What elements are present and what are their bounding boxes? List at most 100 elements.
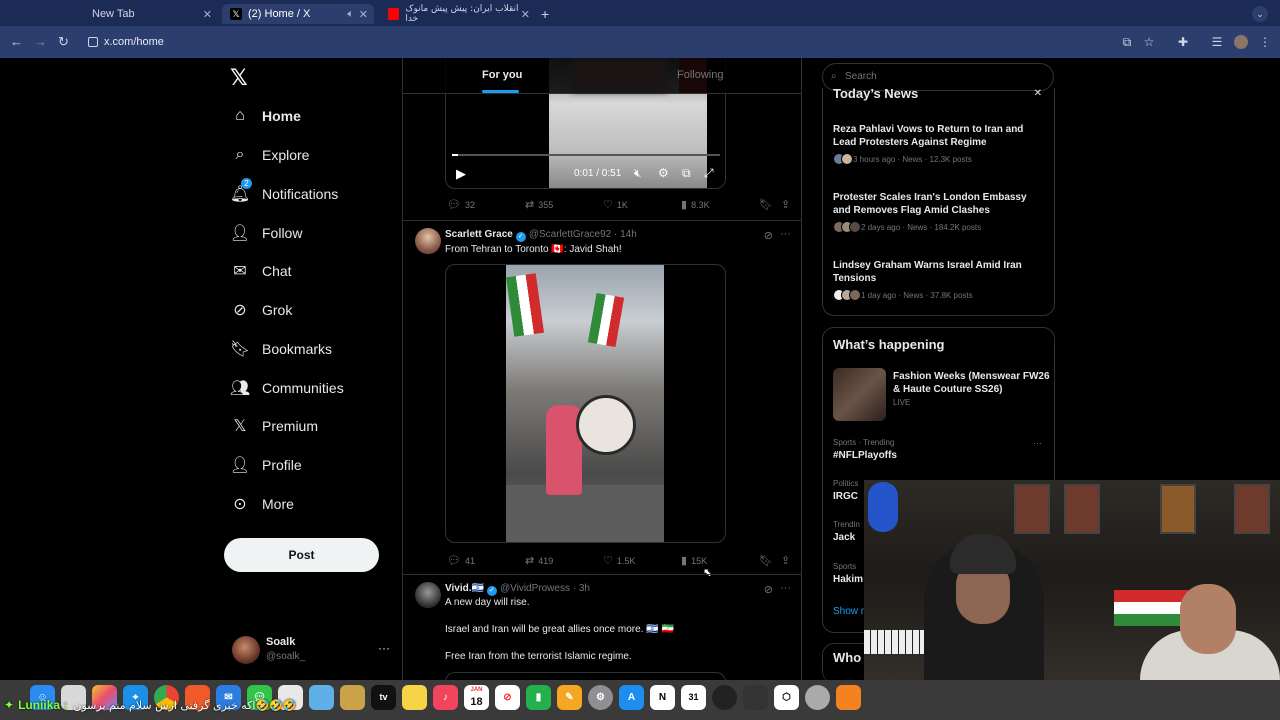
numbers-icon[interactable]: ▮ [526,685,551,710]
install-icon[interactable]: ⧉ [1120,35,1134,49]
close-icon[interactable]: ✕ [203,8,212,21]
calendar-31-icon[interactable]: 31 [681,685,706,710]
post-button[interactable]: Post [224,538,379,572]
sidebar-item-notifications[interactable]: 🔔︎ 2 Notifications [222,177,338,211]
trend-headline[interactable]: Fashion Weeks (Menswear FW26 & Haute Cou… [893,370,1053,396]
sidebar-item-explore[interactable]: ⌕ Explore [222,138,310,172]
drum-graphic [576,395,636,455]
play-icon[interactable]: ▶ [456,166,466,182]
pages-icon[interactable]: ✎ [557,685,582,710]
sidebar-item-grok[interactable]: ⊘ Grok [222,293,292,327]
author-name[interactable]: Scarlett Grace [445,229,513,240]
author-handle-time[interactable]: @ScarlettGrace92 · 14h [529,229,637,240]
avatar[interactable] [415,228,441,254]
post-scarlett-grace[interactable]: Scarlett Grace ✓ @ScarlettGrace92 · 14h ⊘ … [403,220,801,574]
sidebar-item-bookmarks[interactable]: 🔖︎ Bookmarks [222,332,332,366]
settings-gear-icon[interactable]: ⚙ [658,166,669,180]
chevron-down-icon[interactable]: ⌄ [1252,6,1268,22]
post-actions: 💬︎ 32 ⇄ 355 ♡ 1K ▮ 8.3K 🔖︎ ⇪ [447,198,795,214]
share-button[interactable]: ⇪ [781,554,794,567]
account-switcher[interactable]: Soalk @soalk_ ··· [230,633,390,667]
news-headline[interactable]: Reza Pahlavi Vows to Return to Iran and … [833,123,1047,149]
pip-icon[interactable]: ⧉ [682,166,691,181]
author-handle-time[interactable]: @VividProwess · 3h [500,583,590,594]
appstore-icon[interactable]: A [619,685,644,710]
trend-name[interactable]: Jack [833,532,855,543]
tab-youtube[interactable]: انقلاب ایران: پیش پیش مانوک خدا ✕ [380,4,536,24]
tab-new-tab[interactable]: New Tab ✕ [84,4,218,24]
address-bar[interactable]: x.com/home [80,31,1110,53]
activity-icon[interactable] [712,685,737,710]
news-headline[interactable]: Protester Scales Iran's London Embassy a… [833,191,1047,217]
appletv-icon[interactable]: tv [371,685,396,710]
video-player[interactable] [445,264,726,543]
share-button[interactable]: ⇪ [781,198,794,211]
reply-button[interactable]: 💬︎ 32 [447,198,475,211]
more-dots-icon[interactable]: ··· [1033,438,1042,448]
sidebar-item-chat[interactable]: ✉ Chat [222,254,291,288]
like-button[interactable]: ♡ 1K [603,198,628,211]
fullscreen-icon[interactable]: ⤢ [704,166,714,181]
reading-list-icon[interactable]: ☰ [1210,35,1224,49]
folder-icon[interactable] [340,685,365,710]
audio-app-icon[interactable] [743,685,768,710]
more-dots-icon[interactable]: ··· [780,582,791,594]
author-name[interactable]: Vivid.🇮🇱 [445,583,484,594]
reply-button[interactable]: 💬︎ 41 [447,554,475,567]
calendar-icon[interactable]: JAN 18 [464,685,489,710]
maps-icon[interactable] [309,685,334,710]
extensions-icon[interactable]: ✚ [1176,35,1190,49]
trend-thumbnail[interactable] [833,368,886,421]
site-info-icon[interactable] [88,37,98,47]
sidebar-item-communities[interactable]: 👥︎ Communities [222,371,344,405]
post-vivid[interactable]: Vivid.🇮🇱 ✓ @VividProwess · 3h ⊘ ··· A new … [403,574,801,680]
sidebar-item-home[interactable]: ⌂ Home [222,99,301,133]
repost-button[interactable]: ⇄ 419 [525,554,553,567]
music-icon[interactable]: ♪ [433,685,458,710]
reload-icon[interactable]: ↻ [58,34,69,50]
close-icon[interactable]: ✕ [359,8,368,21]
profile-avatar-icon[interactable] [1234,35,1248,49]
back-arrow-icon[interactable]: ← [10,34,23,49]
speaker-icon[interactable]: 🔈︎ [347,8,354,21]
kebab-menu-icon[interactable]: ⋮ [1258,35,1272,49]
aperture-icon[interactable] [805,685,830,710]
notion-icon[interactable]: N [650,685,675,710]
tab-following[interactable]: Following [677,69,723,81]
grok-icon[interactable]: ⊘ [764,229,773,242]
sidebar-item-follow[interactable]: 👤︎ Follow [222,216,303,250]
bookmark-button[interactable]: 🔖︎ [759,554,777,567]
close-icon[interactable]: ✕ [1034,88,1042,99]
sidebar-item-premium[interactable]: 𝕏 Premium [222,409,318,443]
bell-icon: 🔔︎ 2 [229,178,252,203]
repost-button[interactable]: ⇄ 355 [525,198,553,211]
views-button[interactable]: ▮ 8.3K [681,198,710,211]
x-logo-icon[interactable]: 𝕏 [230,66,248,91]
bookmark-button[interactable]: 🔖︎ [759,198,777,211]
more-dots-icon[interactable]: ··· [780,228,791,240]
settings-gear-icon[interactable]: ⚙ [588,685,613,710]
close-icon[interactable]: ✕ [521,8,530,21]
tab-for-you[interactable]: For you [482,69,522,81]
sidebar-item-more[interactable]: ⊙ More [222,487,294,521]
star-icon[interactable]: ☆ [1142,35,1156,49]
sidebar-item-profile[interactable]: 👤︎ Profile [222,448,302,482]
trend-name[interactable]: IRGC [833,491,858,502]
new-tab-button[interactable]: + [541,6,549,22]
news-icon[interactable]: ⊘ [495,685,520,710]
tab-home-x[interactable]: 𝕏 (2) Home / X 🔈︎ ✕ [222,4,374,24]
fl-studio-icon[interactable] [836,685,861,710]
more-dots-icon[interactable]: ··· [378,641,390,655]
trend-name[interactable]: #NFLPlayoffs [833,450,897,461]
post-media[interactable] [445,672,726,680]
news-headline[interactable]: Lindsey Graham Warns Israel Amid Iran Te… [833,259,1047,285]
video-progress-bar[interactable] [452,154,720,156]
mute-icon[interactable]: 🔇︎ [634,166,642,181]
like-button[interactable]: ♡ 1.5K [603,554,635,567]
avatar[interactable] [415,582,441,608]
grok-icon[interactable]: ⊘ [764,583,773,596]
notes-icon[interactable] [402,685,427,710]
trend-name[interactable]: Hakim [833,574,863,585]
hexagon-app-icon[interactable]: ⬡ [774,685,799,710]
forward-arrow-icon[interactable]: → [34,34,47,49]
